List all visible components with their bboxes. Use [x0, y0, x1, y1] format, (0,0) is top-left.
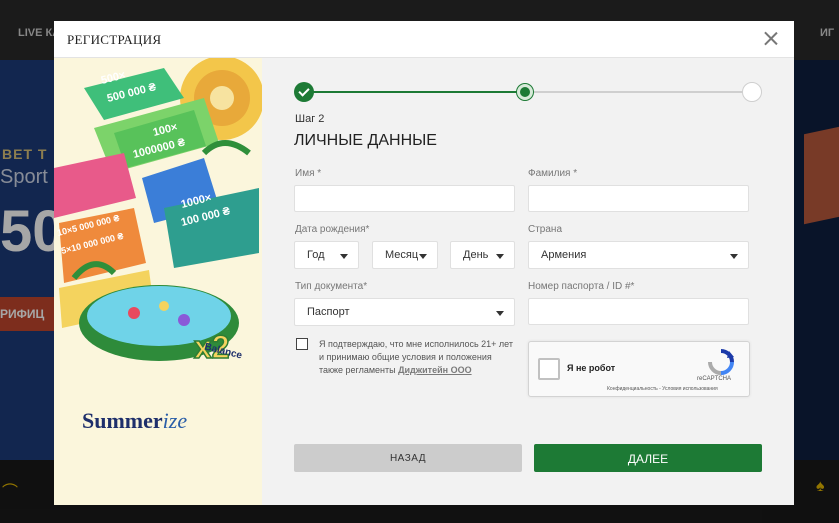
age-consent-text: Я подтверждаю, что мне исполнилось 21+ л… — [319, 338, 517, 377]
birth-day-select[interactable]: День — [450, 241, 515, 269]
passport-label: Номер паспорта / ID #* — [528, 281, 635, 292]
recaptcha-checkbox[interactable] — [538, 358, 560, 380]
promo-artwork: 500× 500 000 ₴ 100× 1000000 ₴ 1000× 100 … — [54, 58, 262, 505]
next-button[interactable]: ДАЛЕЕ — [534, 444, 762, 472]
chevron-down-icon — [419, 254, 427, 259]
birth-month-value: Месяц — [385, 249, 419, 261]
birth-date-label: Дата рождения* — [295, 224, 370, 235]
age-consent-checkbox[interactable] — [296, 338, 308, 350]
birth-month-select[interactable]: Месяц — [372, 241, 438, 269]
step-3-pending-indicator — [742, 82, 762, 102]
country-label: Страна — [528, 224, 563, 235]
promo-illustration: 500× 500 000 ₴ 100× 1000000 ₴ 1000× 100 … — [54, 58, 262, 505]
doc-type-value: Паспорт — [307, 306, 350, 318]
birth-day-value: День — [463, 249, 489, 261]
birth-year-value: Год — [307, 249, 325, 261]
step-label: Шаг 2 — [295, 113, 325, 125]
first-name-field[interactable] — [294, 185, 515, 212]
doc-type-select[interactable]: Паспорт — [294, 298, 515, 326]
consent-link[interactable]: Диджитейн ООО — [398, 365, 471, 375]
chevron-down-icon — [340, 254, 348, 259]
country-value: Армения — [541, 249, 587, 261]
chevron-down-icon — [730, 254, 738, 259]
first-name-label: Имя * — [295, 168, 322, 179]
recaptcha-logo-icon — [708, 349, 734, 375]
modal-title: РЕГИСТРАЦИЯ — [67, 32, 162, 47]
modal-header: РЕГИСТРАЦИЯ — [54, 21, 794, 58]
recaptcha-widget: Я не робот reCAPTCHA Конфиденциальность … — [528, 341, 750, 397]
recaptcha-terms-link[interactable]: Конфиденциальность - Условия использован… — [607, 386, 718, 392]
doc-type-label: Тип документа* — [295, 281, 368, 292]
promo-brand-italic: ize — [162, 408, 188, 433]
step-2-current-indicator — [517, 84, 533, 100]
birth-year-select[interactable]: Год — [294, 241, 359, 269]
back-button[interactable]: НАЗАД — [294, 444, 522, 472]
recaptcha-label: Я не робот — [567, 363, 616, 373]
registration-modal: РЕГИСТРАЦИЯ 500× 500 000 ₴ 100× 1000000 … — [54, 21, 794, 505]
chevron-down-icon — [496, 254, 504, 259]
country-select[interactable]: Армения — [528, 241, 749, 269]
recaptcha-brand: reCAPTCHA — [697, 376, 732, 382]
chevron-down-icon — [496, 311, 504, 316]
stepper-remaining-line — [526, 91, 752, 93]
last-name-field[interactable] — [528, 185, 749, 212]
step-title: ЛИЧНЫЕ ДАННЫЕ — [294, 132, 437, 149]
passport-field[interactable] — [528, 298, 749, 325]
last-name-label: Фамилия * — [528, 168, 578, 179]
registration-stepper — [294, 81, 762, 103]
promo-brand-logo: Summerize — [82, 408, 187, 434]
stepper-progress-line — [304, 91, 526, 93]
close-icon[interactable] — [760, 28, 782, 50]
promo-brand-main: Summer — [82, 408, 163, 433]
step-1-completed-check-icon — [294, 82, 314, 102]
